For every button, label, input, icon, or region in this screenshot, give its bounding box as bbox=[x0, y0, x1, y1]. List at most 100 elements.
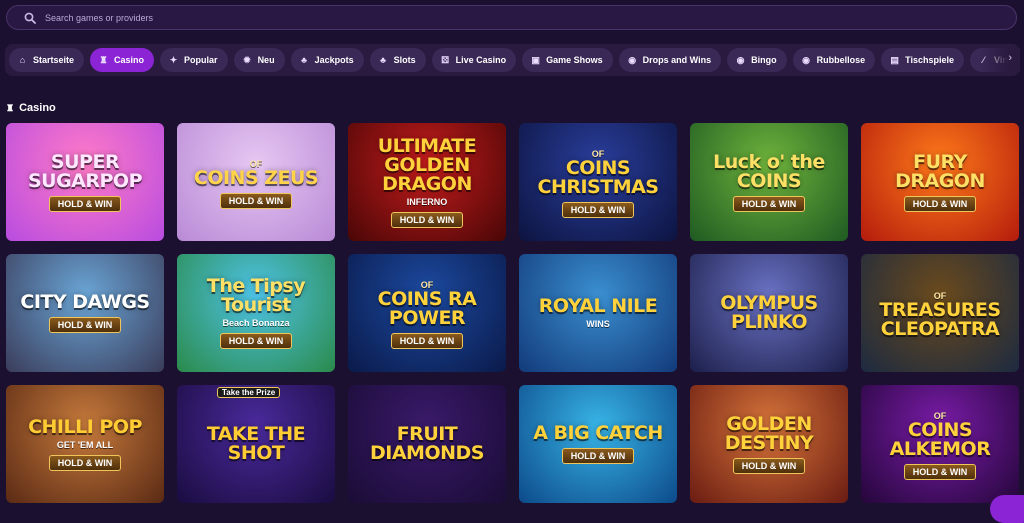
hold-and-win-badge: HOLD & WIN bbox=[219, 333, 293, 349]
hold-and-win-badge: HOLD & WIN bbox=[903, 464, 977, 480]
casino-icon: ♜ bbox=[99, 54, 108, 65]
hold-and-win-badge: HOLD & WIN bbox=[48, 317, 122, 333]
game-title: ROYAL NILE bbox=[538, 295, 658, 317]
nav-chip-game-shows[interactable]: ▣ Game Shows bbox=[522, 48, 613, 72]
game-tile[interactable]: GOLDEN DESTINY HOLD & WIN bbox=[690, 385, 848, 503]
game-tile[interactable]: OF COINS RA POWER HOLD & WIN bbox=[348, 254, 506, 372]
nav-chip-casino[interactable]: ♜ Casino bbox=[90, 48, 155, 72]
nav-chip-slots[interactable]: ♣ Slots bbox=[369, 48, 426, 72]
nav-chip-label: Popular bbox=[184, 55, 218, 65]
game-tile[interactable]: A BIG CATCH HOLD & WIN bbox=[519, 385, 677, 503]
hold-and-win-badge: HOLD & WIN bbox=[561, 448, 635, 464]
nav-fade bbox=[980, 44, 1020, 76]
nav-chip-startseite[interactable]: ⌂ Startseite bbox=[9, 48, 85, 72]
chip-icon: ◉ bbox=[736, 54, 745, 65]
nav-chip-tischspiele[interactable]: ▤ Tischspiele bbox=[881, 48, 964, 72]
game-tile[interactable]: OF COINS ZEUS HOLD & WIN bbox=[177, 123, 335, 241]
sparkle-icon: ✹ bbox=[243, 54, 251, 65]
nav-chip-neu[interactable]: ✹ Neu bbox=[233, 48, 285, 72]
nav-chip-bingo[interactable]: ◉ Bingo bbox=[727, 48, 787, 72]
nav-chip-label: Casino bbox=[114, 55, 145, 65]
tv-icon: ▣ bbox=[531, 54, 540, 65]
section-heading: ♜ Casino bbox=[6, 102, 56, 114]
chip-icon: ◉ bbox=[802, 54, 811, 65]
game-title: COINS ALKEMOR bbox=[889, 419, 991, 460]
search-bar[interactable] bbox=[6, 5, 1017, 30]
game-top-badge: Take the Prize bbox=[217, 387, 281, 398]
nav-chip-label: Drops and Wins bbox=[642, 55, 712, 65]
hold-and-win-badge: HOLD & WIN bbox=[48, 454, 122, 471]
game-title: A BIG CATCH bbox=[533, 422, 663, 444]
game-tile[interactable]: SUPER SUGARPOP HOLD & WIN bbox=[6, 123, 164, 241]
game-tile[interactable]: CITY DAWGS HOLD & WIN bbox=[6, 254, 164, 372]
category-chips: ⌂ Startseite ♜ Casino ✦ Popular ✹ Neu ♣ Jackpots ♣… bbox=[9, 48, 1020, 72]
game-title: TREASURES CLEOPATRA bbox=[879, 298, 1001, 340]
game-title: OLYMPUS PLINKO bbox=[720, 292, 818, 333]
nav-chip-label: Slots bbox=[393, 55, 416, 65]
nav-chip-label: Bingo bbox=[751, 55, 777, 65]
nav-chip-label: Tischspiele bbox=[905, 55, 954, 65]
hold-and-win-badge: HOLD & WIN bbox=[219, 192, 293, 209]
nav-chip-label: Jackpots bbox=[314, 55, 354, 65]
game-title: COINS RA POWER bbox=[377, 288, 477, 329]
hold-and-win-badge: HOLD & WIN bbox=[903, 195, 977, 212]
game-title: CHILLI POP bbox=[28, 415, 142, 438]
slot-icon: ♣ bbox=[380, 55, 387, 65]
chip-icon: ◉ bbox=[628, 54, 637, 65]
chevron-right-icon[interactable]: › bbox=[1008, 52, 1012, 64]
game-title: GOLDEN DESTINY bbox=[724, 412, 814, 454]
nav-chip-label: Game Shows bbox=[546, 55, 603, 65]
nav-chip-drops-and-wins[interactable]: ◉ Drops and Wins bbox=[618, 48, 722, 72]
game-tile[interactable]: FURY DRAGON HOLD & WIN bbox=[861, 123, 1019, 241]
hold-and-win-badge: HOLD & WIN bbox=[390, 333, 464, 349]
game-tile[interactable]: Take the Prize TAKE THE SHOT bbox=[177, 385, 335, 503]
nav-chip-label: Neu bbox=[257, 55, 275, 65]
chat-button[interactable] bbox=[990, 495, 1024, 523]
search-icon bbox=[24, 12, 36, 24]
hold-and-win-badge: HOLD & WIN bbox=[390, 211, 464, 228]
search-input[interactable] bbox=[43, 11, 947, 24]
game-tile[interactable]: OF COINS ALKEMOR HOLD & WIN bbox=[861, 385, 1019, 503]
flame-icon: ✦ bbox=[169, 54, 178, 65]
hold-and-win-badge: HOLD & WIN bbox=[732, 195, 806, 212]
nav-chip-jackpots[interactable]: ♣ Jackpots bbox=[290, 48, 364, 72]
section-title: Casino bbox=[19, 102, 56, 114]
game-tile[interactable]: The Tipsy Tourist Beach Bonanza HOLD & WIN bbox=[177, 254, 335, 372]
casino-icon: ♜ bbox=[6, 102, 15, 113]
game-title: FURY DRAGON bbox=[895, 150, 985, 192]
nav-chip-label: Startseite bbox=[33, 55, 75, 65]
game-title: COINS CHRISTMAS bbox=[537, 157, 660, 198]
game-subtitle: INFERNO bbox=[406, 196, 448, 207]
game-subtitle: Beach Bonanza bbox=[222, 318, 290, 328]
game-title: FRUIT DIAMONDS bbox=[370, 423, 484, 464]
house-icon: ⌂ bbox=[19, 55, 26, 65]
game-tile[interactable]: OF TREASURES CLEOPATRA bbox=[861, 254, 1019, 372]
game-title: The Tipsy Tourist bbox=[206, 275, 306, 316]
cherries-icon: ♣ bbox=[301, 55, 308, 65]
game-subtitle: GET 'EM ALL bbox=[56, 439, 114, 450]
game-tile[interactable]: ROYAL NILE WINS bbox=[519, 254, 677, 372]
game-tile[interactable]: OLYMPUS PLINKO bbox=[690, 254, 848, 372]
nav-chip-popular[interactable]: ✦ Popular bbox=[160, 48, 228, 72]
game-tile[interactable]: ULTIMATE GOLDEN DRAGON INFERNO HOLD & WIN bbox=[348, 123, 506, 241]
game-title: CITY DAWGS bbox=[20, 291, 150, 313]
hold-and-win-badge: HOLD & WIN bbox=[732, 457, 806, 474]
nav-chip-label: Live Casino bbox=[455, 55, 507, 65]
game-tile[interactable]: Luck o' the COINS HOLD & WIN bbox=[690, 123, 848, 241]
cards-icon: ▤ bbox=[890, 54, 899, 65]
nav-chip-label: Rubbellose bbox=[816, 55, 866, 65]
game-grid: SUPER SUGARPOP HOLD & WIN OF COINS ZEUS HOLD… bbox=[6, 123, 1019, 503]
game-subtitle: WINS bbox=[586, 319, 610, 329]
game-tile[interactable]: OF COINS CHRISTMAS HOLD & WIN bbox=[519, 123, 677, 241]
game-title: ULTIMATE GOLDEN DRAGON bbox=[377, 134, 477, 195]
dice-icon: ⚄ bbox=[441, 54, 450, 65]
nav-chip-live-casino[interactable]: ⚄ Live Casino bbox=[431, 48, 517, 72]
category-nav: ⌂ Startseite ♜ Casino ✦ Popular ✹ Neu ♣ Jackpots ♣… bbox=[5, 44, 1020, 76]
hold-and-win-badge: HOLD & WIN bbox=[48, 195, 122, 212]
game-title: COINS ZEUS bbox=[193, 166, 319, 189]
game-title: SUPER SUGARPOP bbox=[27, 150, 143, 192]
game-tile[interactable]: FRUIT DIAMONDS bbox=[348, 385, 506, 503]
nav-chip-rubbellose[interactable]: ◉ Rubbellose bbox=[792, 48, 876, 72]
game-tile[interactable]: CHILLI POP GET 'EM ALL HOLD & WIN bbox=[6, 385, 164, 503]
game-title: TAKE THE SHOT bbox=[206, 423, 306, 464]
